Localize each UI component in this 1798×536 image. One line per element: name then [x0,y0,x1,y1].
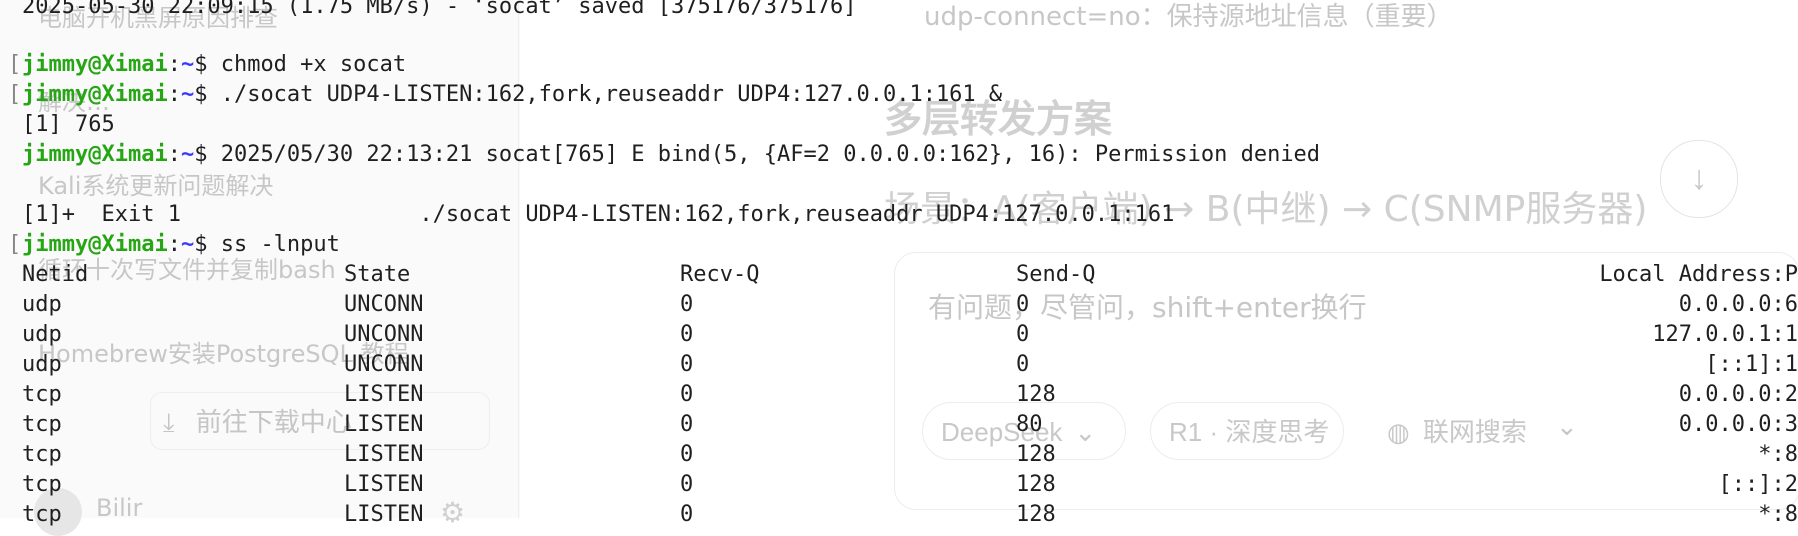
cell-recv-q: 0 [680,502,694,527]
cell-local-address: *:8 [1758,442,1798,467]
cell-recv-q: 0 [680,322,694,347]
prompt-path: ~ [180,142,195,167]
command-text: ss -lnput [220,232,340,257]
prompt-symbol: $ [194,142,221,167]
prompt-user: jimmy@Ximai [22,142,168,167]
terminal-command-line: jimmy@Ximai:~$ ./socat UDP4-LISTEN:162,f… [22,80,1002,110]
cell-netid: tcp [22,412,62,437]
cell-local-address: [::1]:1 [1705,352,1798,377]
prompt-colon: : [167,82,181,107]
terminal-output-line: [1] 765 [22,112,115,137]
header-state: State [344,262,411,287]
terminal-command-line: jimmy@Ximai:~$ ss -lnput [22,230,340,260]
prompt-symbol: $ [194,232,221,257]
cell-recv-q: 0 [680,442,694,467]
cell-netid: udp [22,322,62,347]
header-netid: Netid [22,262,89,287]
prompt-colon: : [167,142,181,167]
cell-recv-q: 0 [680,472,694,497]
cell-send-q: 128 [1016,472,1056,497]
cell-state: LISTEN [344,472,424,497]
prompt-path: ~ [180,232,195,257]
cell-local-address: [::]:2 [1718,472,1798,497]
cell-netid: tcp [22,382,62,407]
error-text: 2025/05/30 22:13:21 socat[765] E bind(5,… [220,142,1321,167]
prompt-bracket: [ [8,82,22,107]
header-local-address: Local Address:P [1599,262,1798,287]
cell-netid: tcp [22,442,62,467]
cell-local-address: *:8 [1758,502,1798,527]
terminal-window[interactable]: 2025-05-30 22:09:15 (1.75 MB/s) - ‘socat… [0,0,1798,527]
cell-state: LISTEN [344,502,424,527]
cell-state: UNCONN [344,322,424,347]
prompt-user: jimmy@Ximai [22,52,168,77]
prompt-bracket: [ [8,232,22,257]
prompt-user: jimmy@Ximai [22,232,168,257]
cell-local-address: 127.0.0.1:1 [1652,322,1798,347]
cell-send-q: 0 [1016,292,1030,317]
cell-state: UNCONN [344,352,424,377]
cell-recv-q: 0 [680,412,694,437]
terminal-command-line: jimmy@Ximai:~$ 2025/05/30 22:13:21 socat… [22,140,1320,170]
cell-local-address: 0.0.0.0:3 [1678,412,1798,437]
cell-recv-q: 0 [680,352,694,377]
header-send-q: Send-Q [1016,262,1096,287]
cell-netid: udp [22,292,62,317]
cell-send-q: 80 [1016,412,1043,437]
cell-send-q: 128 [1016,502,1056,527]
terminal-output-line: 2025-05-30 22:09:15 (1.75 MB/s) - ‘socat… [22,0,857,19]
cell-state: UNCONN [344,292,424,317]
prompt-symbol: $ [194,52,221,77]
cell-netid: tcp [22,502,62,527]
terminal-command-line: jimmy@Ximai:~$ chmod +x socat [22,50,406,80]
prompt-user: jimmy@Ximai [22,82,168,107]
prompt-symbol: $ [194,82,221,107]
cell-local-address: 0.0.0.0:6 [1678,292,1798,317]
cell-send-q: 0 [1016,322,1030,347]
cell-send-q: 128 [1016,442,1056,467]
prompt-path: ~ [180,52,195,77]
cell-state: LISTEN [344,442,424,467]
cell-netid: udp [22,352,62,377]
prompt-bracket: [ [8,52,22,77]
header-recv-q: Recv-Q [680,262,760,287]
command-text: chmod +x socat [220,52,407,77]
prompt-colon: : [167,52,181,77]
terminal-output-line: [1]+ Exit 1 ./socat UDP4-LISTEN:162,fork… [22,202,1175,227]
cell-recv-q: 0 [680,292,694,317]
cell-state: LISTEN [344,382,424,407]
cell-send-q: 128 [1016,382,1056,407]
cell-state: LISTEN [344,412,424,437]
cell-local-address: 0.0.0.0:2 [1678,382,1798,407]
command-text: ./socat UDP4-LISTEN:162,fork,reuseaddr U… [220,82,1003,107]
cell-recv-q: 0 [680,382,694,407]
prompt-colon: : [167,232,181,257]
prompt-path: ~ [180,82,195,107]
cell-netid: tcp [22,472,62,497]
cell-send-q: 0 [1016,352,1030,377]
